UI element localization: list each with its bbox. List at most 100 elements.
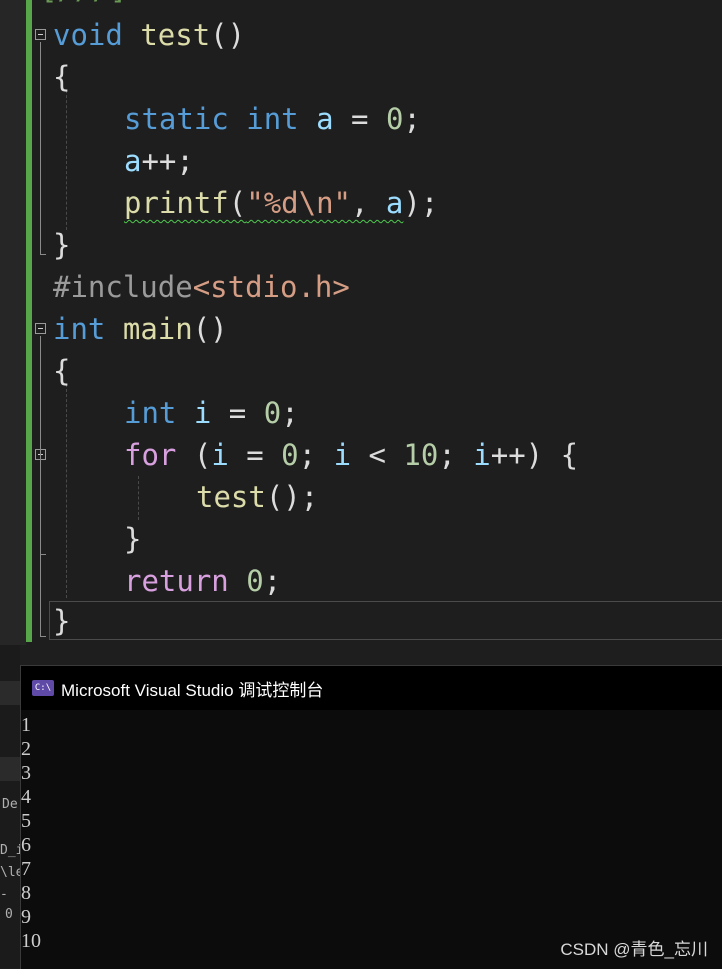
console-output: 1 2 3 4 5 6 7 8 9 10: [21, 710, 722, 953]
console-titlebar[interactable]: C:\ Microsoft Visual Studio 调试控制台: [21, 666, 722, 710]
code-line: static int a = 0;: [124, 98, 421, 140]
console-output-line: 4: [21, 786, 31, 808]
keyword-token: static: [124, 102, 229, 136]
function-call-token: printf: [124, 186, 229, 220]
string-token: "%d\n": [246, 186, 351, 220]
punctuation-token: ,: [351, 186, 386, 220]
background-text-fragment: D_i: [0, 843, 20, 858]
function-name-token: test: [140, 18, 211, 52]
preprocessor-token: #include: [53, 270, 193, 304]
editor-gutter: [0, 0, 26, 645]
console-output-line: 7: [21, 858, 31, 880]
scope-line: [40, 554, 46, 555]
watermark: CSDN @青色_忘川: [560, 940, 708, 959]
punctuation-token: (): [210, 18, 246, 52]
number-token: 0: [263, 396, 282, 430]
variable-token: a: [385, 186, 404, 220]
punctuation-token: ;: [298, 438, 334, 472]
variable-token: i: [211, 438, 229, 472]
background-panel-band: [0, 757, 20, 781]
keyword-token: int: [124, 396, 177, 430]
indent-guide: [66, 90, 67, 230]
comment-fragment: [///]: [40, 0, 127, 4]
console-title: Microsoft Visual Studio 调试控制台: [61, 680, 324, 700]
background-text-fragment: -: [0, 887, 8, 902]
code-line: return 0;: [124, 560, 281, 602]
console-output-line: 1: [21, 714, 31, 736]
background-text-fragment: De: [2, 797, 18, 812]
code-line: {: [53, 56, 70, 98]
punctuation-token: (: [176, 438, 212, 472]
background-panel-band: [0, 681, 20, 705]
punctuation-token: ;: [403, 102, 421, 136]
code-line: for (i = 0; i < 10; i++) {: [124, 434, 578, 476]
operator-token: =: [333, 102, 386, 136]
keyword-token: void: [53, 18, 123, 52]
console-app-icon: C:\: [32, 680, 54, 696]
code-line: #include<stdio.h>: [53, 266, 350, 308]
number-token: 0: [385, 102, 404, 136]
change-tracking-bar: [26, 0, 32, 642]
operator-token: <: [351, 438, 404, 472]
operator-token: ++: [490, 438, 526, 472]
collapse-toggle-icon[interactable]: [35, 29, 46, 40]
punctuation-token: );: [403, 186, 439, 220]
code-line: }: [53, 224, 70, 266]
debug-console-window[interactable]: C:\ Microsoft Visual Studio 调试控制台 1 2 3 …: [20, 665, 722, 969]
punctuation-token: ;: [281, 396, 299, 430]
brace-token: }: [124, 522, 142, 556]
keyword-token: return: [124, 564, 229, 598]
console-output-line: 5: [21, 810, 31, 832]
code-line: void test(): [53, 14, 245, 56]
code-line: test();: [196, 476, 318, 518]
console-output-line: 2: [21, 738, 31, 760]
operator-token: =: [211, 396, 264, 430]
code-line: int i = 0;: [124, 392, 299, 434]
variable-token: i: [473, 438, 491, 472]
punctuation-token: ();: [265, 480, 319, 514]
code-line: {: [53, 350, 70, 392]
brace-token: {: [53, 60, 71, 94]
background-text-fragment: \le: [0, 865, 20, 880]
operator-token: ++;: [141, 144, 194, 178]
code-line: }: [53, 600, 70, 642]
background-text-fragment: 0: [5, 907, 13, 922]
console-output-line: 8: [21, 882, 31, 904]
code-editor[interactable]: [///] void test() { static int a = 0; a+…: [0, 0, 722, 645]
keyword-token: int: [53, 312, 106, 346]
variable-token: i: [193, 396, 212, 430]
operator-token: =: [228, 438, 282, 472]
function-call-token: test: [196, 480, 266, 514]
variable-token: a: [124, 144, 142, 178]
code-line: }: [124, 518, 141, 560]
code-line: printf("%d\n", a);: [124, 182, 438, 224]
code-line: int main(): [53, 308, 228, 350]
brace-token: }: [53, 228, 71, 262]
keyword-token: int: [246, 102, 299, 136]
console-output-line: 6: [21, 834, 31, 856]
function-name-token: main: [122, 312, 193, 346]
console-output-line: 3: [21, 762, 31, 784]
header-name-token: <stdio.h>: [192, 270, 350, 304]
current-line-highlight: [49, 601, 722, 640]
punctuation-token: (): [192, 312, 228, 346]
variable-token: a: [316, 102, 334, 136]
scope-line: [40, 254, 46, 255]
brace-token: }: [53, 604, 71, 638]
scope-line: [40, 636, 46, 637]
number-token: 10: [403, 438, 439, 472]
punctuation-token: ;: [438, 438, 474, 472]
punctuation-token: (: [228, 186, 247, 220]
indent-guide: [138, 476, 139, 520]
collapse-toggle-icon[interactable]: [35, 323, 46, 334]
brace-token: {: [53, 354, 71, 388]
console-output-line: 9: [21, 906, 31, 928]
punctuation-token: ;: [263, 564, 282, 598]
background-window[interactable]: De D_i \le - 0: [0, 645, 20, 968]
punctuation-token: ) {: [525, 438, 579, 472]
indent-guide: [66, 384, 67, 598]
variable-token: i: [333, 438, 352, 472]
scope-line: [40, 462, 41, 554]
number-token: 0: [246, 564, 264, 598]
